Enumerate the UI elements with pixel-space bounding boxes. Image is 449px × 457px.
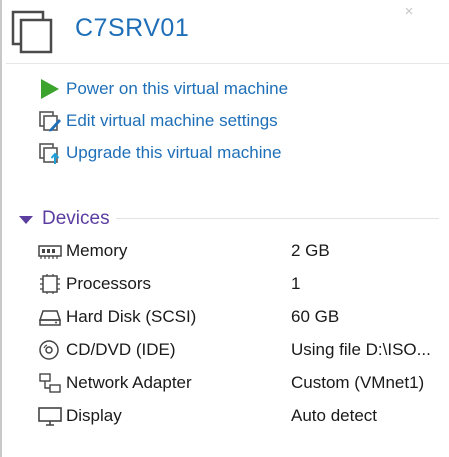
devices-divider [116,218,439,219]
display-icon [38,407,62,426]
header-separator [6,63,449,64]
devices-section-header[interactable]: Devices [0,205,449,233]
power-on-action[interactable]: Power on this virtual machine [38,76,358,102]
device-row-hard-disk[interactable]: Hard Disk (SCSI) 60 GB [0,302,449,332]
device-name: Memory [66,241,128,260]
power-on-label[interactable]: Power on this virtual machine [66,79,288,99]
cd-dvd-icon [39,340,59,360]
device-row-processors[interactable]: Processors 1 [0,269,449,299]
processor-icon [40,274,60,294]
device-value: 60 GB [291,307,340,326]
hard-disk-icon [38,310,62,326]
device-row-display[interactable]: Display Auto detect [0,401,449,431]
device-row-network-adapter[interactable]: Network Adapter Custom (VMnet1) [0,368,449,398]
device-value: 2 GB [291,241,330,260]
upgrade-action[interactable]: Upgrade this virtual machine [38,140,358,166]
device-row-memory[interactable]: Memory 2 GB [0,236,449,266]
device-name: Processors [66,274,152,293]
edit-settings-action[interactable]: Edit virtual machine settings [38,108,358,134]
device-name: Network Adapter [66,373,192,392]
device-name: CD/DVD (IDE) [66,340,176,359]
devices-title: Devices [42,208,110,229]
device-name: Hard Disk (SCSI) [66,307,197,326]
memory-icon [38,245,62,259]
upgrade-label[interactable]: Upgrade this virtual machine [66,143,281,163]
device-name: Display [66,406,122,425]
virtual-machine-icon [11,10,53,54]
play-icon [41,79,59,99]
vm-title: C7SRV01 [75,14,190,42]
upgrade-icon [39,143,60,164]
edit-settings-label[interactable]: Edit virtual machine settings [66,111,278,131]
collapse-triangle-icon[interactable] [18,214,34,226]
device-value: 1 [291,274,301,293]
device-value: Custom (VMnet1) [291,373,425,392]
device-value: Using file D:\ISO... [291,340,431,359]
vm-header: C7SRV01 [0,0,449,64]
device-row-cd-dvd[interactable]: CD/DVD (IDE) Using file D:\ISO... [0,335,449,365]
device-value: Auto detect [291,406,378,425]
network-adapter-icon [39,373,61,393]
edit-settings-icon [39,111,61,132]
close-tab-icon[interactable] [404,6,414,16]
